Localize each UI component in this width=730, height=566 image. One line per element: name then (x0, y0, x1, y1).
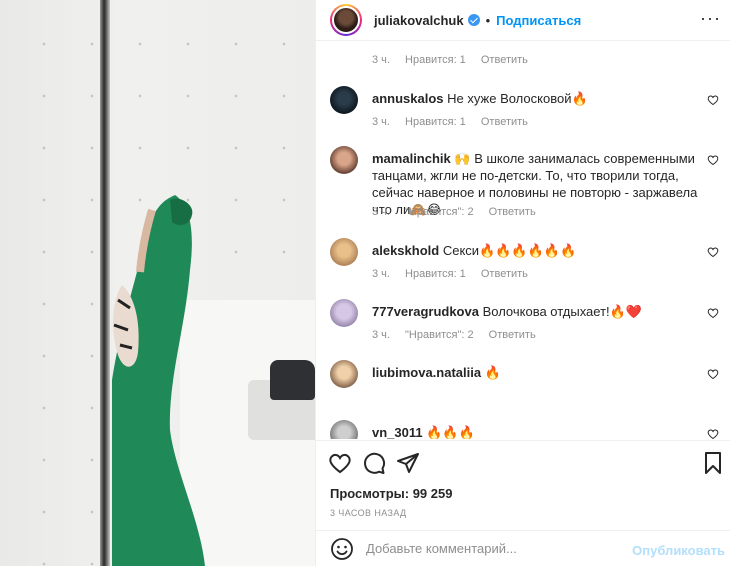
comment-text: annuskalos Не хуже Волосковой🔥 (372, 91, 588, 106)
comment-emoji: 🔥🔥🔥🔥🔥🔥 (479, 243, 577, 258)
comment-meta: 3 ч. "Нравится": 2 Ответить (372, 329, 536, 341)
comments-list[interactable]: 3 ч. Нравится: 1 Ответить annuskalos Не … (316, 42, 730, 439)
media-mirror-edge (100, 0, 110, 566)
comment-meta: 3 ч. "Нравится": 2 Ответить (372, 206, 536, 218)
post-side-panel: juliakovalchuk • Подписаться ··· 3 ч. Нр… (315, 0, 730, 566)
emoji-picker-icon[interactable] (330, 537, 354, 561)
comment-emoji: 🔥🔥🔥 (426, 425, 475, 439)
commenter-username[interactable]: vn_3011 (372, 425, 423, 439)
comment-emoji: 🔥 (571, 91, 588, 106)
comment-time: 3 ч. (372, 54, 390, 66)
follow-button[interactable]: Подписаться (496, 13, 581, 28)
views-count[interactable]: Просмотры: 99 259 (330, 486, 452, 501)
comment-text: vn_3011 🔥🔥🔥 (372, 424, 702, 439)
commenter-avatar[interactable] (330, 238, 358, 266)
comment-likes[interactable]: Нравится: 1 (405, 54, 466, 66)
commenter-avatar[interactable] (330, 146, 358, 174)
save-bookmark-icon[interactable] (701, 451, 725, 475)
comment-emoji: 🔥❤️ (609, 304, 643, 319)
commenter-avatar[interactable] (330, 299, 358, 327)
media-dancer (112, 195, 205, 566)
previous-comment-meta: 3 ч. Нравится: 1 Ответить (372, 54, 540, 66)
commenter-username[interactable]: alekskhold (372, 243, 439, 258)
commenter-username[interactable]: 777veragrudkova (372, 304, 479, 319)
like-comment-heart-icon[interactable] (707, 94, 719, 106)
like-comment-heart-icon[interactable] (707, 246, 719, 258)
reply-button[interactable]: Ответить (481, 54, 528, 66)
comment-meta: 3 ч. Нравится: 1 Ответить (372, 268, 528, 280)
more-options-icon[interactable]: ··· (700, 8, 721, 29)
like-comment-heart-icon[interactable] (707, 428, 719, 439)
commenter-avatar[interactable] (330, 360, 358, 388)
post-timestamp[interactable]: 3 ЧАСОВ НАЗАД (330, 508, 407, 518)
like-heart-icon[interactable] (328, 451, 352, 475)
commenter-username[interactable]: annuskalos (372, 91, 444, 106)
post-header: juliakovalchuk • Подписаться ··· (316, 0, 730, 41)
verified-badge-icon (467, 14, 480, 26)
comment-bubble-icon[interactable] (362, 451, 386, 475)
comment-meta: 3 ч. Нравится: 1 Ответить (372, 116, 528, 128)
like-comment-heart-icon[interactable] (707, 307, 719, 319)
publish-comment-button[interactable]: Опубликовать (632, 543, 725, 558)
post-actions-bar (316, 440, 730, 480)
commenter-avatar[interactable] (330, 86, 358, 114)
header-separator: • (485, 12, 491, 28)
comment-text: liubimova.nataliia 🔥 (372, 364, 702, 381)
author-avatar[interactable] (330, 4, 362, 36)
comment-input[interactable] (366, 541, 636, 556)
commenter-avatar[interactable] (330, 420, 358, 439)
add-comment-bar: Опубликовать (316, 530, 730, 566)
post-media-video[interactable] (0, 0, 315, 566)
like-comment-heart-icon[interactable] (707, 368, 719, 380)
author-username[interactable]: juliakovalchuk (374, 13, 464, 28)
like-comment-heart-icon[interactable] (707, 154, 719, 166)
comment-emoji: 🔥 (484, 365, 501, 380)
commenter-username[interactable]: liubimova.nataliia (372, 365, 481, 380)
share-paper-plane-icon[interactable] (396, 451, 420, 475)
commenter-username[interactable]: mamalinchik (372, 151, 451, 166)
comment-text: 777veragrudkova Волочкова отдыхает!🔥❤️ (372, 304, 643, 319)
comment-text: alekskhold Секси🔥🔥🔥🔥🔥🔥 (372, 243, 577, 258)
